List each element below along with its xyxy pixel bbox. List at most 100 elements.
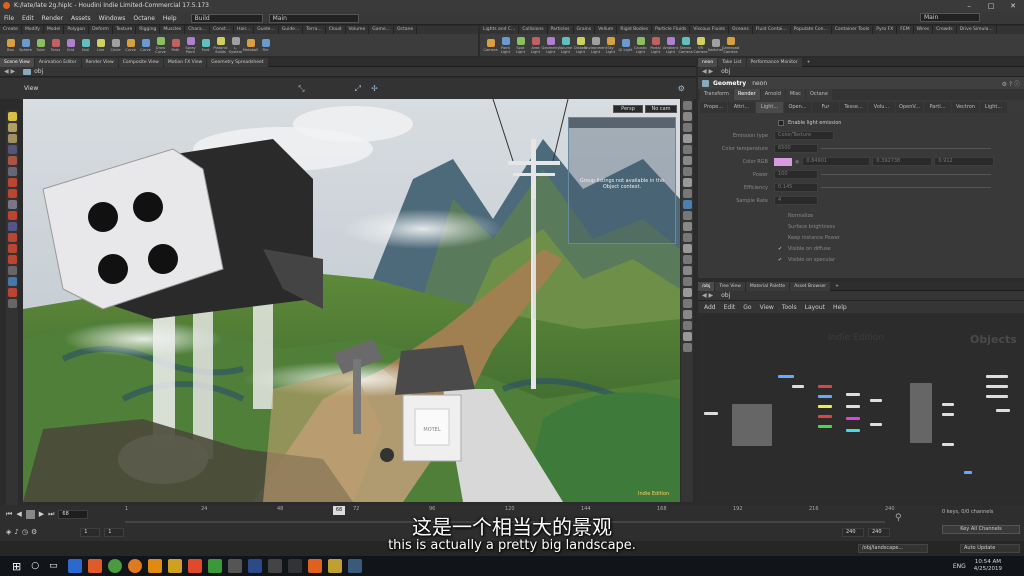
network-node[interactable] — [986, 395, 1008, 398]
network-node[interactable] — [818, 415, 832, 418]
param-main-tab[interactable]: Misc — [785, 89, 805, 100]
display-icon[interactable] — [682, 233, 692, 242]
shelf-tool-9[interactable]: Curve — [138, 38, 153, 52]
display-icon[interactable] — [682, 288, 692, 297]
param-sub-tab[interactable]: Volu... — [868, 102, 895, 113]
display-icon[interactable] — [682, 134, 692, 143]
network-node[interactable] — [818, 425, 832, 428]
back-arrow-icon[interactable]: ◀ ▶ — [702, 292, 713, 299]
efficiency-field[interactable]: 0.145 — [774, 183, 818, 192]
shelf-tool-15[interactable]: L-System — [228, 36, 243, 54]
tool-icon[interactable] — [7, 277, 17, 286]
tool-icon[interactable] — [7, 299, 17, 308]
shelf-tab[interactable]: Polygon — [64, 26, 90, 34]
app-icon[interactable] — [207, 559, 222, 573]
shelf-tab[interactable]: Crowds — [933, 26, 957, 34]
tab-neon[interactable]: neon — [698, 57, 718, 67]
shelf-tool-1[interactable]: Sphere — [18, 38, 33, 52]
menu-windows[interactable]: Windows — [99, 15, 126, 22]
param-main-tab[interactable]: Transform — [700, 89, 733, 100]
display-icon[interactable] — [682, 211, 692, 220]
handle-icon[interactable]: ✢ — [371, 84, 378, 93]
param-sub-tab[interactable]: Light... — [980, 102, 1007, 113]
shelf-tool-10[interactable]: Caustic Light — [633, 36, 648, 54]
shelf-tab[interactable]: Octane — [394, 26, 418, 34]
shelf-tool-0[interactable]: Camera — [483, 38, 498, 52]
display-icon[interactable] — [682, 189, 692, 198]
shelf-tool-14[interactable]: VR Camera — [693, 36, 708, 54]
shelf-tool-15[interactable]: Switcher — [708, 38, 723, 52]
close-icon[interactable]: ✕ — [1002, 0, 1024, 12]
color-g-field[interactable]: 0.392738 — [872, 157, 933, 166]
shelf-tool-7[interactable]: Environment Light — [584, 36, 607, 54]
shelf-tab[interactable]: Chara... — [185, 26, 210, 34]
tab-3[interactable]: Composite View — [118, 57, 163, 67]
shelf-tab[interactable]: Muscles — [160, 26, 186, 34]
network-menu-item[interactable]: Tools — [782, 304, 797, 311]
network-node[interactable] — [942, 443, 954, 446]
handle-tool-icon[interactable] — [7, 178, 17, 187]
vlc-icon[interactable] — [147, 559, 162, 573]
menu-assets[interactable]: Assets — [71, 15, 91, 22]
tab-0[interactable]: Scene View — [0, 57, 34, 67]
emission-type-dropdown[interactable]: Color/Texture — [774, 131, 834, 140]
tool-icon[interactable] — [7, 288, 17, 297]
display-icon[interactable] — [682, 277, 692, 286]
shelf-tool-16[interactable]: Metaball — [243, 38, 258, 52]
display-icon[interactable] — [682, 321, 692, 330]
menu-file[interactable]: File — [4, 15, 14, 22]
app-icon[interactable] — [267, 559, 282, 573]
network-menu-item[interactable]: View — [760, 304, 774, 311]
tab-5[interactable]: Geometry Spreadsheet — [207, 57, 268, 67]
chrome-icon[interactable] — [107, 559, 122, 573]
persp-menu[interactable]: Persp — [613, 105, 643, 113]
shelf-tool-8[interactable]: Curve — [123, 38, 138, 52]
param-sub-tab[interactable]: Prope... — [700, 102, 727, 113]
tool-icon[interactable] — [7, 233, 17, 242]
camera-menu[interactable]: No cam — [645, 105, 677, 113]
tool-icon[interactable] — [7, 244, 17, 253]
network-node[interactable] — [870, 423, 882, 426]
back-arrow-icon[interactable]: ◀ ▶ — [702, 68, 713, 75]
param-sub-tab[interactable]: Fur — [812, 102, 839, 113]
shelf-tool-13[interactable]: Stereo Camera — [678, 36, 693, 54]
shelf-tab[interactable]: Deform — [89, 26, 113, 34]
desktop-dropdown-right[interactable]: Main — [920, 13, 980, 22]
shelf-tab[interactable]: Rigging — [136, 26, 161, 34]
snap-icon[interactable]: ⤡ — [298, 84, 304, 94]
shelf-tool-10[interactable]: Draw Curve — [153, 36, 168, 54]
color-swatch[interactable] — [774, 157, 792, 166]
shelf-tab[interactable]: Create — [0, 26, 22, 34]
shelf-tool-5[interactable]: Volume Light — [558, 36, 573, 54]
shelf-tool-7[interactable]: Circle — [108, 38, 123, 52]
tool-icon[interactable] — [7, 266, 17, 275]
viewport-options-icon[interactable]: ⚙ — [678, 84, 685, 93]
render-region-icon[interactable] — [7, 211, 17, 220]
shelf-tool-12[interactable]: Spray Paint — [183, 36, 198, 54]
shelf-tab[interactable]: Pyro FX — [873, 26, 898, 34]
light-checkbox[interactable] — [778, 213, 784, 219]
windows-start-icon[interactable]: ⊞ — [12, 560, 21, 573]
houdini-taskbar-icon[interactable] — [307, 559, 322, 573]
shelf-tool-6[interactable]: Line — [93, 38, 108, 52]
pose-tool-icon[interactable] — [7, 189, 17, 198]
shelf-tab[interactable]: Viscous Fluids — [690, 26, 729, 34]
transform-icon[interactable]: ⤢ — [355, 84, 361, 94]
network-node[interactable] — [846, 405, 860, 408]
shelf-tool-5[interactable]: Null — [78, 38, 93, 52]
tab-4[interactable]: Motion FX View — [163, 57, 207, 67]
display-icon[interactable] — [682, 343, 692, 352]
shelf-tool-2[interactable]: Tube — [33, 38, 48, 52]
shelf-tool-16[interactable]: Gamepad Camera — [722, 36, 739, 54]
task-view-icon[interactable]: ▭ — [49, 561, 58, 571]
param-sub-tab[interactable]: Open... — [784, 102, 811, 113]
shelf-tab[interactable]: Model — [44, 26, 65, 34]
shelf-tool-8[interactable]: Sky Light — [603, 36, 618, 54]
shelf-tab[interactable]: Grains — [574, 26, 596, 34]
select-tool-icon[interactable] — [7, 134, 17, 143]
shelf-tool-13[interactable]: Font — [198, 38, 213, 52]
build-dropdown[interactable]: Build — [190, 13, 263, 23]
display-icon[interactable] — [682, 244, 692, 253]
menu-octane[interactable]: Octane — [133, 15, 155, 22]
photoshop-icon[interactable] — [247, 559, 262, 573]
